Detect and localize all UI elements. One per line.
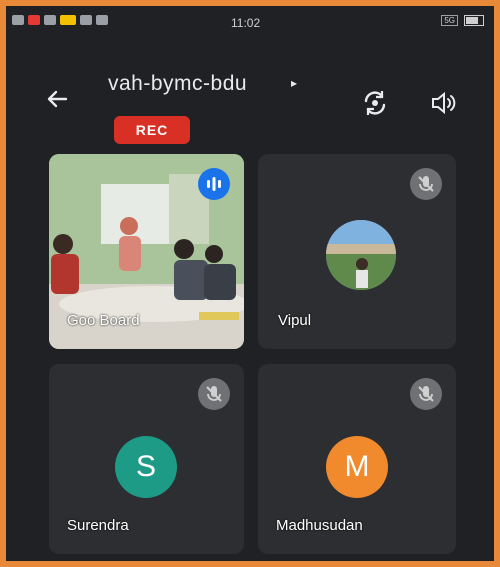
participant-name: Madhusudan (276, 517, 363, 534)
participant-name: Vipul (278, 312, 312, 329)
participant-tile[interactable]: Vipul (258, 154, 456, 349)
clock: 11:02 (231, 16, 261, 30)
battery-icon (464, 15, 484, 26)
notification-icon (96, 15, 108, 25)
notification-icon (80, 15, 92, 25)
recording-badge: REC (114, 116, 190, 144)
app-notification-icon (28, 15, 40, 25)
back-arrow-icon[interactable] (42, 84, 72, 114)
chevron-right-icon[interactable]: ▸ (291, 76, 297, 90)
mic-off-icon (198, 378, 230, 410)
participant-tile[interactable]: M Madhusudan (258, 364, 456, 554)
avatar (326, 220, 396, 290)
signal-icon (12, 15, 24, 25)
network-badge: 5G (441, 15, 458, 26)
status-bar: 11:02 5G (6, 6, 494, 36)
status-icons-left (12, 15, 108, 25)
wifi-icon (44, 15, 56, 25)
avatar-initial: M (326, 436, 388, 498)
speaker-icon[interactable] (428, 88, 458, 118)
audio-level-icon (198, 168, 230, 200)
app-notification-icon (60, 15, 76, 25)
status-icons-right: 5G (441, 15, 484, 26)
switch-camera-icon[interactable] (360, 88, 390, 118)
meeting-code[interactable]: vah-bymc-bdu (108, 72, 247, 96)
mic-off-icon (410, 378, 442, 410)
participant-tile[interactable]: S Surendra (49, 364, 244, 554)
participant-tile[interactable]: Goo Board (49, 154, 244, 349)
avatar-initial: S (115, 436, 177, 498)
participant-name: Surendra (67, 517, 129, 534)
mic-off-icon (410, 168, 442, 200)
meet-screen: 11:02 5G vah-bymc-bdu ▸ REC Goo Board Vi… (6, 6, 494, 561)
participant-name: Goo Board (67, 312, 140, 329)
